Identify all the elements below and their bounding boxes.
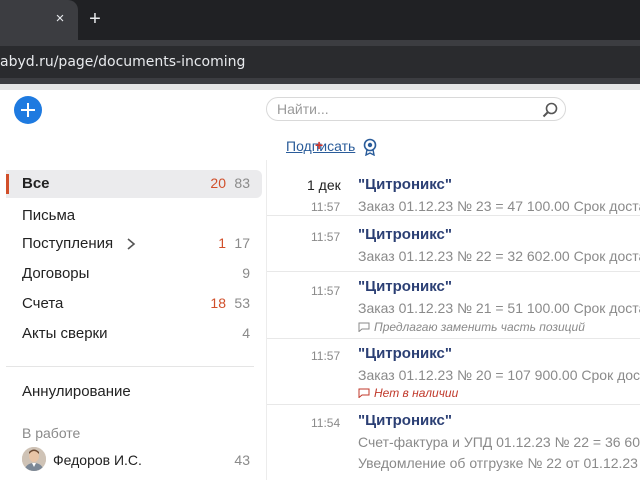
sidebar-item-label: Договоры [22, 265, 90, 282]
speech-bubble-icon [358, 388, 370, 398]
doc-note-text: Предлагаю заменить часть позиций [374, 320, 585, 334]
doc-time: 11:57 [311, 284, 341, 298]
compose-plus-icon[interactable] [14, 96, 42, 124]
avatar[interactable] [22, 447, 46, 471]
browser-tab[interactable]: × [0, 0, 78, 40]
doc-sender: "Цитроникс" [358, 176, 453, 193]
doc-subject: Счет-фактура и УПД 01.12.23 № 22 = 36 60… [358, 434, 640, 450]
sidebar-item-label: Все [22, 175, 50, 192]
list-item[interactable]: 1 дек 11:57 "Цитроникс" Заказ 01.12.23 №… [267, 164, 640, 216]
doc-date: 1 дек [307, 177, 341, 193]
sidebar-item-label: Аннулирование [22, 383, 131, 400]
browser-address-bar: abyd.ru/page/documents-incoming [0, 40, 640, 84]
doc-note-text: Нет в наличии [374, 386, 459, 400]
search-box[interactable] [266, 97, 566, 121]
doc-note: Предлагаю заменить часть позиций [358, 320, 585, 334]
url-text: abyd.ru/page/documents-incoming [0, 54, 246, 70]
sign-rosette-icon[interactable] [362, 138, 378, 156]
new-count: 20 [210, 175, 226, 191]
search-input[interactable] [277, 100, 527, 118]
sidebar-item-contracts[interactable]: Договоры 9 [6, 260, 262, 288]
list-item[interactable]: 11:54 "Цитроникс" Счет-фактура и УПД 01.… [267, 405, 640, 480]
total-count: 53 [234, 295, 250, 311]
search-icon[interactable] [541, 101, 559, 119]
sidebar-item-label: Акты сверки [22, 325, 108, 342]
new-count: 18 [210, 295, 226, 311]
in-work-heading: В работе [22, 425, 81, 441]
total-count: 4 [242, 325, 250, 341]
doc-subject-secondary: Уведомление об отгрузке № 22 от 01.12.23 [358, 455, 638, 471]
url-field[interactable]: abyd.ru/page/documents-incoming [0, 46, 640, 78]
new-count: 1 [218, 235, 226, 251]
doc-time: 11:57 [311, 200, 341, 214]
doc-subject: Заказ 01.12.23 № 22 = 32 602.00 Срок дос… [358, 248, 640, 264]
sidebar-item-invoices[interactable]: Счета 18 53 [6, 290, 262, 318]
doc-sender: "Цитроникс" [358, 226, 453, 243]
list-item[interactable]: 11:57 "Цитроникс" Заказ 01.12.23 № 22 = … [267, 216, 640, 272]
doc-sender: "Цитроникс" [358, 345, 453, 362]
doc-subject: Заказ 01.12.23 № 20 = 107 900.00 Срок до… [358, 367, 640, 383]
sidebar-item-label: Счета [22, 295, 64, 312]
list-item[interactable]: 11:57 "Цитроникс" Заказ 01.12.23 № 20 = … [267, 339, 640, 405]
total-count: 83 [234, 175, 250, 191]
new-tab-icon[interactable]: + [84, 8, 106, 30]
sidebar-item-all[interactable]: Все 20 83 [6, 170, 262, 198]
active-indicator [6, 174, 9, 194]
total-count: 17 [234, 235, 250, 251]
total-count: 9 [242, 265, 250, 281]
mouse-cursor-icon: + [315, 137, 324, 153]
chrome-divider [0, 84, 640, 90]
chevron-right-icon[interactable] [126, 237, 136, 251]
tab-close-icon[interactable]: × [50, 9, 70, 29]
sidebar-item-label: Поступления [22, 235, 114, 252]
doc-note: Нет в наличии [358, 386, 458, 400]
doc-subject: Заказ 01.12.23 № 21 = 51 100.00 Срок дос… [358, 300, 640, 316]
sidebar-item-label: Письма [22, 207, 76, 224]
speech-bubble-icon [358, 322, 370, 332]
sidebar-item-annulment[interactable]: Аннулирование [6, 378, 262, 406]
sidebar-item-reconciliation[interactable]: Акты сверки 4 [6, 320, 262, 348]
doc-subject: Заказ 01.12.23 № 23 = 47 100.00 Срок дос… [358, 198, 640, 214]
doc-time: 11:57 [311, 349, 341, 363]
doc-time: 11:57 [311, 230, 341, 244]
doc-sender: "Цитроникс" [358, 278, 453, 295]
list-item[interactable]: 11:57 "Цитроникс" Заказ 01.12.23 № 21 = … [267, 272, 640, 339]
sidebar-item-incoming[interactable]: Поступления 1 17 [6, 230, 262, 258]
user-photo-icon [22, 447, 46, 471]
sidebar-divider [6, 366, 254, 367]
doc-time: 11:54 [311, 416, 341, 430]
browser-tab-bar: × + [0, 0, 640, 40]
user-name[interactable]: Федоров И.С. [53, 452, 142, 468]
doc-sender: "Цитроникс" [358, 412, 453, 429]
user-count: 43 [234, 452, 250, 468]
sidebar-item-letters[interactable]: Письма [6, 202, 262, 230]
